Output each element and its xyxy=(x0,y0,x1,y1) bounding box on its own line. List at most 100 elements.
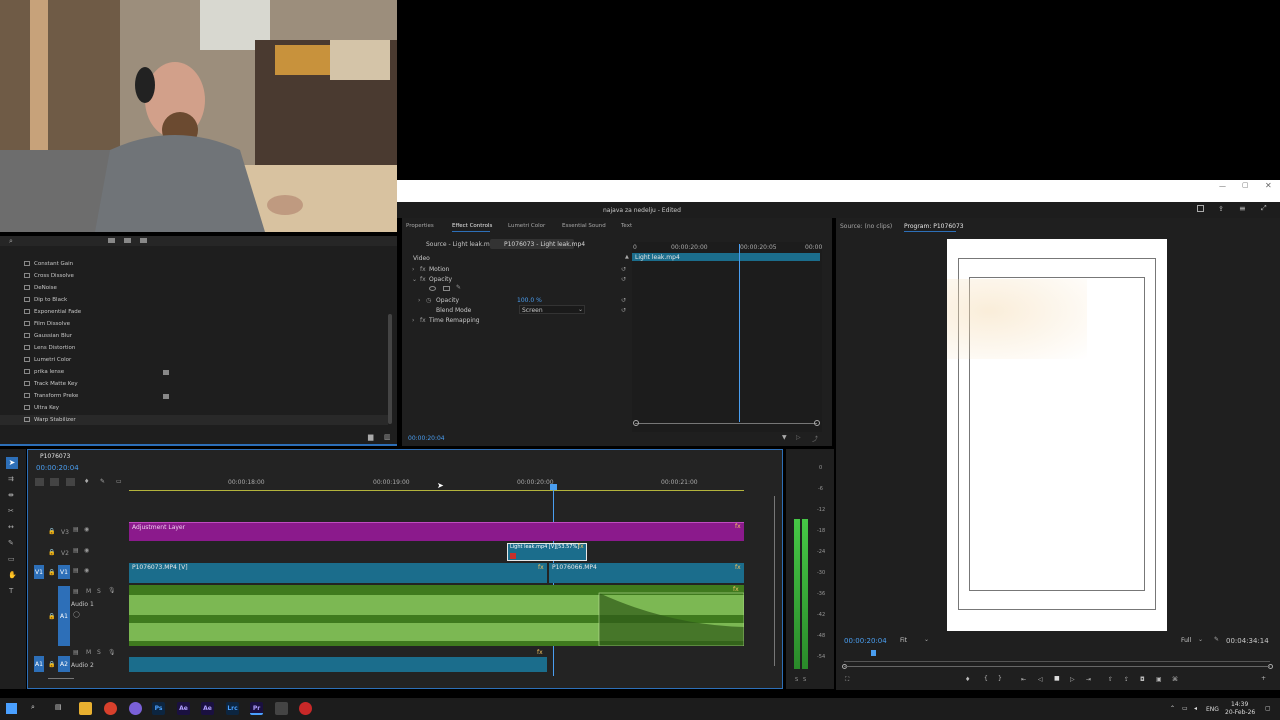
go-to-out-icon[interactable]: ⇥ xyxy=(1086,676,1091,683)
effect-item[interactable]: Constant Gain xyxy=(24,261,73,267)
effect-item[interactable]: prika lense xyxy=(24,369,64,375)
program-video-frame[interactable] xyxy=(947,239,1167,631)
captions-icon[interactable]: ▭ xyxy=(116,478,122,485)
type-tool-icon[interactable]: T xyxy=(9,587,13,595)
program-timecode[interactable]: 00:00:20:04 xyxy=(844,637,887,645)
notification-icon[interactable]: ▢ xyxy=(1265,705,1271,712)
sync-icon[interactable]: ▤ xyxy=(73,547,79,554)
reset-icon[interactable]: ↺ xyxy=(621,266,626,273)
solo-right-button[interactable]: S xyxy=(803,677,806,683)
menu-icon[interactable]: ≡ xyxy=(1239,204,1246,213)
effect-item[interactable]: Cross Dissolve xyxy=(24,273,74,279)
mark-out-icon[interactable]: } xyxy=(998,675,1002,682)
share-icon[interactable]: ⇪ xyxy=(1218,205,1224,213)
ec-scroll-handle-right[interactable] xyxy=(814,420,820,426)
sequence-tab[interactable]: P1076073 xyxy=(40,453,70,460)
ec-zoom-scrollbar[interactable] xyxy=(635,423,817,424)
volume-knob-icon[interactable]: ◯ xyxy=(73,611,80,618)
effect-item[interactable]: Track Matte Key xyxy=(24,381,78,387)
language-indicator[interactable]: ENG xyxy=(1206,706,1219,713)
ec-timecode[interactable]: 00:00:20:04 xyxy=(408,435,445,442)
lock-icon[interactable]: 🔒 xyxy=(48,549,55,556)
solo-button[interactable]: S xyxy=(97,649,101,656)
sync-icon[interactable]: ▤ xyxy=(73,649,79,656)
microphone-icon[interactable]: 🎙 xyxy=(108,649,116,656)
rectangle-mask-icon[interactable] xyxy=(443,286,450,291)
track-v2[interactable]: V2 xyxy=(61,550,69,557)
source-clip-label[interactable]: Source - Light leak.mp4 xyxy=(426,241,497,248)
photoshop-icon[interactable]: Ps xyxy=(152,702,165,715)
timeline-timecode[interactable]: 00:00:20:04 xyxy=(36,464,79,472)
work-area-bar[interactable] xyxy=(129,490,744,491)
slip-icon[interactable]: ↔ xyxy=(8,523,14,531)
clock-time[interactable]: 14:39 xyxy=(1231,701,1248,708)
sync-icon[interactable]: ▤ xyxy=(73,567,79,574)
search-icon[interactable]: ⌕ xyxy=(9,237,13,246)
razor-icon[interactable]: ✂ xyxy=(8,507,14,515)
effect-item[interactable]: Dip to Black xyxy=(24,297,67,303)
camera-icon[interactable]: ◘ xyxy=(1140,676,1145,683)
effect-item[interactable]: DeNoise xyxy=(24,285,57,291)
track-v3[interactable]: V3 xyxy=(61,529,69,536)
eye-icon[interactable]: ◉ xyxy=(84,526,89,533)
program-playhead[interactable] xyxy=(871,650,876,656)
eye-icon[interactable]: ◉ xyxy=(84,567,89,574)
v1-clip-a[interactable] xyxy=(129,563,547,583)
effect-item[interactable]: Film Dissolve xyxy=(24,321,70,327)
solo-button[interactable]: S xyxy=(97,588,101,595)
premiere-pro-icon[interactable]: Pr xyxy=(250,702,263,715)
adjustment-layer-clip[interactable] xyxy=(129,522,744,541)
filter-icon[interactable]: ▼ xyxy=(782,434,787,441)
vr-icon[interactable]: ⌘ xyxy=(1172,676,1178,683)
effect-item[interactable]: Lumetri Color xyxy=(24,357,71,363)
tab-effect-controls[interactable]: Effect Controls xyxy=(452,223,492,229)
close-icon[interactable]: ✕ xyxy=(1265,181,1272,190)
add-button-icon[interactable]: + xyxy=(1261,675,1266,682)
ellipse-mask-icon[interactable] xyxy=(429,286,436,291)
tab-source[interactable]: Source: (no clips) xyxy=(840,223,892,230)
chat-app-icon[interactable] xyxy=(129,702,142,715)
stop-icon[interactable]: ■ xyxy=(1054,675,1060,682)
after-effects-icon[interactable]: Ae xyxy=(201,702,214,715)
pen-icon[interactable]: ✎ xyxy=(8,539,14,547)
motion-effect-label[interactable]: Motion xyxy=(429,266,449,273)
lock-icon[interactable]: 🔒 xyxy=(48,661,55,668)
ripple-edit-icon[interactable]: ⇼ xyxy=(8,491,14,499)
tab-text[interactable]: Text xyxy=(621,223,632,229)
comparison-view-icon[interactable]: ▣ xyxy=(1156,676,1162,683)
timeline-settings-icon[interactable]: ✎ xyxy=(100,478,105,485)
eye-icon[interactable]: ◉ xyxy=(84,547,89,554)
tab-essential-sound[interactable]: Essential Sound xyxy=(562,223,606,229)
solo-left-button[interactable]: S xyxy=(795,677,798,683)
tab-lumetri-color[interactable]: Lumetri Color xyxy=(508,223,545,229)
compare-icon[interactable]: ⛶ xyxy=(845,676,849,684)
play-icon[interactable]: ▷ xyxy=(1070,676,1075,683)
search-icon[interactable]: ⌕ xyxy=(31,703,35,712)
expand-icon[interactable]: ⤢ xyxy=(1261,204,1267,213)
selection-tool-icon[interactable]: ➤ xyxy=(6,457,18,469)
opacity-value[interactable]: 100.0 % xyxy=(517,297,542,304)
yuv-filter-icon[interactable] xyxy=(140,238,147,243)
sync-icon[interactable]: ▤ xyxy=(73,588,79,595)
sequence-clip-label[interactable]: P1076073 - Light leak.mp4 xyxy=(504,241,585,248)
chevron-up-icon[interactable]: ⌃ xyxy=(1170,705,1175,712)
expand-arrow-icon[interactable]: › xyxy=(412,317,414,324)
time-remapping-label[interactable]: Time Remapping xyxy=(429,317,480,324)
microphone-icon[interactable]: 🎙 xyxy=(108,587,116,594)
new-bin-icon[interactable]: ▆ xyxy=(368,433,373,441)
mute-button[interactable]: M xyxy=(86,588,91,595)
add-marker-icon[interactable]: ♦ xyxy=(84,478,89,485)
audio1-clip[interactable] xyxy=(129,585,744,646)
playhead-marker[interactable] xyxy=(550,484,557,490)
extract-icon[interactable]: ⇪ xyxy=(1124,676,1129,683)
collapse-icon[interactable]: ▲ xyxy=(625,254,629,260)
effects-scrollbar[interactable] xyxy=(388,314,392,424)
app-icon[interactable] xyxy=(275,702,288,715)
mute-button[interactable]: M xyxy=(86,649,91,656)
lock-icon[interactable]: 🔒 xyxy=(48,613,55,620)
tab-program[interactable]: Program: P1076073 xyxy=(904,223,964,230)
lock-icon[interactable]: 🔒 xyxy=(48,528,55,535)
ec-playhead[interactable] xyxy=(739,244,740,422)
effect-item[interactable]: Exponential Fade xyxy=(24,309,81,315)
reset-icon[interactable]: ↺ xyxy=(621,307,626,314)
